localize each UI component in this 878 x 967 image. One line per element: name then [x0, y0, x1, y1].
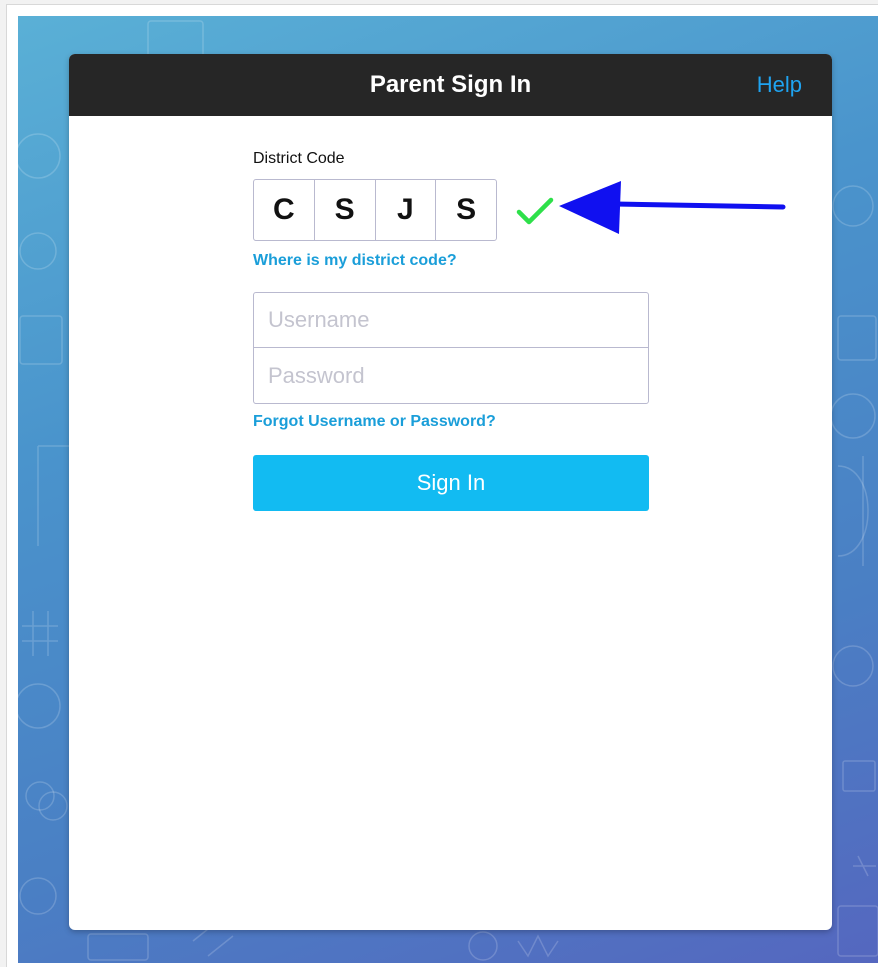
sign-in-button[interactable]: Sign In	[253, 455, 649, 511]
help-button[interactable]: Help	[757, 54, 802, 116]
forgot-credentials-link[interactable]: Forgot Username or Password?	[253, 413, 496, 431]
district-code-char[interactable]: S	[436, 180, 496, 240]
page-title: Parent Sign In	[369, 71, 532, 98]
username-field[interactable]	[254, 293, 648, 348]
sign-in-card: Parent Sign In Help District Code C S J …	[69, 54, 832, 930]
district-code-label: District Code	[253, 150, 345, 167]
password-field[interactable]	[254, 348, 648, 403]
district-code-input[interactable]: C S J S	[253, 179, 497, 241]
district-code-char[interactable]: S	[315, 180, 376, 240]
where-district-code-link[interactable]: Where is my district code?	[253, 252, 457, 270]
arrow-left-icon	[559, 181, 786, 234]
credentials-group	[253, 292, 649, 404]
district-code-char[interactable]: J	[376, 180, 437, 240]
checkmark-icon	[516, 197, 554, 225]
district-code-char[interactable]: C	[254, 180, 315, 240]
title-bar: Parent Sign In Help	[69, 54, 832, 116]
